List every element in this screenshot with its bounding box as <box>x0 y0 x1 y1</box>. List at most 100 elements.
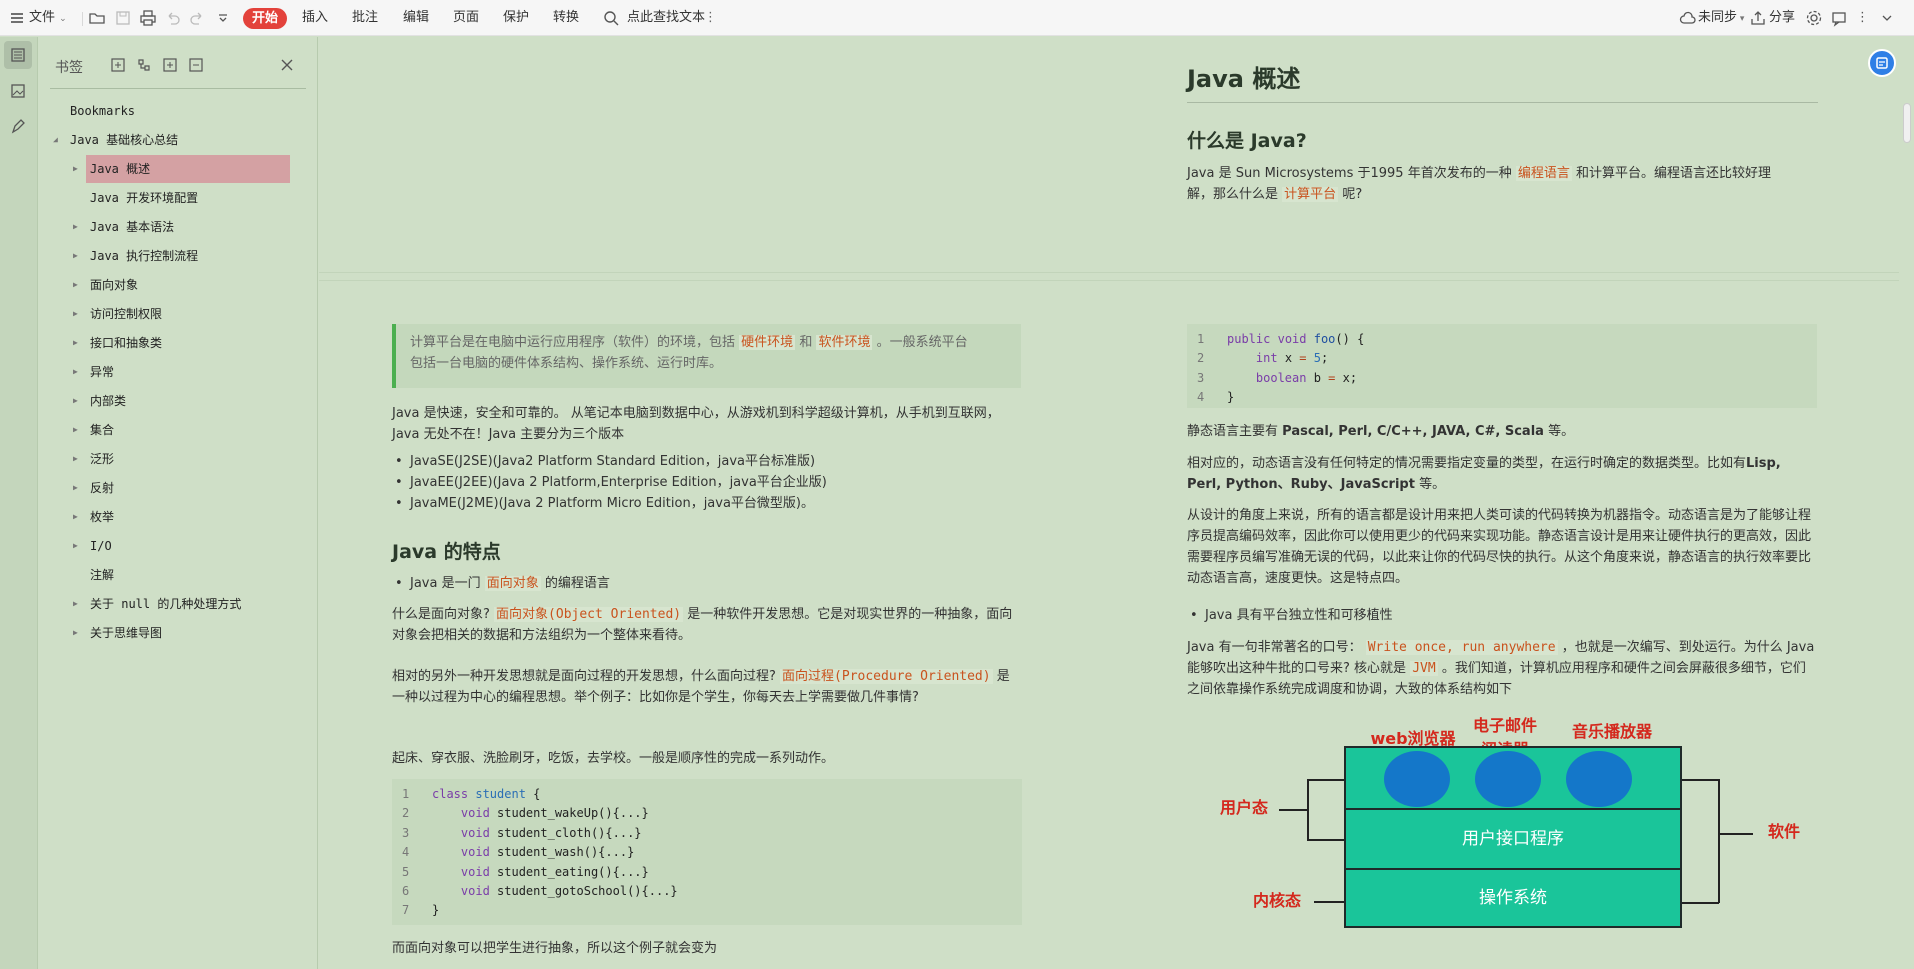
file-menu[interactable]: 文件 ⌄ <box>29 8 67 28</box>
settings-gear-icon[interactable] <box>1805 9 1823 27</box>
bookmark-item[interactable]: ▶ Java 基本语法 <box>73 213 290 241</box>
more-vertical-icon[interactable]: ⋮ <box>704 8 717 28</box>
code-text: boolean b = x; <box>1255 370 1358 385</box>
bookmark-item[interactable]: ◢ Java 基础核心总结 <box>53 126 290 154</box>
search-box[interactable]: 点此查找文本 <box>627 8 705 28</box>
tab-edit[interactable]: 编辑 <box>403 8 429 28</box>
code-line: 3 void student_cloth(){...} <box>392 824 1022 843</box>
more-options-icon[interactable]: ⋮ <box>1856 8 1869 28</box>
search-icon[interactable] <box>602 9 620 27</box>
caret-right-icon[interactable]: ▶ <box>73 329 83 357</box>
close-panel-icon[interactable] <box>279 57 295 73</box>
bookmark-label: 枚举 <box>90 510 115 524</box>
collapse-bookmark-icon[interactable] <box>187 56 205 74</box>
bookmark-item[interactable]: ▶ 关于 null 的几种处理方式 <box>73 590 290 618</box>
hamburger-menu-icon[interactable] <box>8 9 26 27</box>
collapse-ribbon-icon[interactable] <box>1878 9 1896 27</box>
code-token: student_wakeUp(){...} <box>489 806 649 821</box>
expand-bookmark-icon[interactable] <box>161 56 179 74</box>
annotations-rail-icon[interactable] <box>4 113 32 141</box>
line-number: 4 <box>402 845 410 860</box>
add-child-bookmark-icon[interactable] <box>135 56 153 74</box>
tab-convert[interactable]: 转换 <box>553 8 579 28</box>
code-text: void student_cloth(){...} <box>432 824 642 843</box>
bookmark-item[interactable]: ▶ I/O <box>73 532 290 560</box>
po-paragraph: 相对的另外一种开发思想就是面向过程的开发思想，什么面向过程? 面向过程(Proc… <box>392 666 1022 708</box>
tab-start[interactable]: 开始 <box>243 8 287 29</box>
code-text: public void foo() { <box>1227 332 1365 346</box>
caret-right-icon[interactable]: ▶ <box>73 242 83 270</box>
add-bookmark-icon[interactable] <box>109 56 127 74</box>
bookmark-item[interactable]: 注解 <box>86 561 290 589</box>
caret-right-icon[interactable]: ▶ <box>73 445 83 473</box>
caret-down-icon[interactable]: ◢ <box>53 126 63 154</box>
bookmark-item[interactable]: Java 开发环境配置 <box>86 184 290 212</box>
bookmark-item[interactable]: ▶ 访问控制权限 <box>73 300 290 328</box>
vertical-scrollbar[interactable] <box>1900 37 1914 969</box>
chevron-down-icon: ⌄ <box>59 14 67 24</box>
code-line: 1 class student { <box>392 785 1022 804</box>
bookmark-item[interactable]: ▶ Java 概述 <box>73 155 290 183</box>
keyword: void <box>432 845 490 860</box>
bookmark-label: 内部类 <box>90 394 127 408</box>
toolbar-divider <box>82 12 83 26</box>
caret-right-icon[interactable]: ▶ <box>73 532 83 560</box>
panel-title: 书签 <box>55 60 83 76</box>
bookmark-item[interactable]: ▶ 接口和抽象类 <box>73 329 290 357</box>
thumbnails-rail-icon[interactable] <box>4 77 32 105</box>
panel-divider <box>50 88 306 89</box>
tab-insert[interactable]: 插入 <box>302 8 328 28</box>
redo-icon[interactable] <box>188 9 206 27</box>
code-token: student_gotoSchool(){...} <box>489 883 678 898</box>
caret-right-icon[interactable]: ▶ <box>73 619 83 647</box>
code-line: 4} <box>1187 388 1817 407</box>
bookmark-item[interactable]: ▶ 异常 <box>73 358 290 386</box>
line-number: 1 <box>1197 332 1205 346</box>
bookmark-label: 异常 <box>90 365 115 379</box>
print-icon[interactable] <box>139 9 157 27</box>
line-number: 4 <box>1197 390 1205 405</box>
floating-tool-icon[interactable] <box>1868 49 1896 77</box>
bookmark-item[interactable]: ▶ 关于思维导图 <box>73 619 290 647</box>
caret-right-icon[interactable]: ▶ <box>73 416 83 444</box>
bookmarks-rail-icon[interactable] <box>4 41 32 69</box>
bookmark-label: 访问控制权限 <box>90 307 163 321</box>
caret-right-icon[interactable]: ▶ <box>73 474 83 502</box>
caret-right-icon[interactable]: ▶ <box>73 358 83 386</box>
line-number: 2 <box>402 806 410 821</box>
cloud-sync-icon[interactable] <box>1679 9 1697 27</box>
bookmark-item[interactable]: ▶ 反射 <box>73 474 290 502</box>
share-icon[interactable] <box>1749 9 1767 27</box>
top-toolbar: 文件 ⌄ 开始 插入 批注 编辑 页面 保护 转换 点此查找文本 ⋮ 未同步 ▾… <box>0 0 1914 36</box>
caret-right-icon[interactable]: ▶ <box>73 300 83 328</box>
comment-icon[interactable] <box>1830 9 1848 27</box>
bookmark-label: Java 基本语法 <box>90 220 175 234</box>
caret-right-icon[interactable]: ▶ <box>73 155 83 183</box>
sync-status[interactable]: 未同步 ▾ <box>1698 8 1744 28</box>
tab-protect[interactable]: 保护 <box>503 8 529 28</box>
tab-comment[interactable]: 批注 <box>352 8 378 28</box>
share-button[interactable]: 分享 <box>1769 8 1795 28</box>
undo-icon[interactable] <box>164 9 182 27</box>
caret-right-icon[interactable]: ▶ <box>73 503 83 531</box>
caret-right-icon[interactable]: ▶ <box>73 271 83 299</box>
bookmark-item[interactable]: ▶ 面向对象 <box>73 271 290 299</box>
bookmark-label: 接口和抽象类 <box>90 336 163 350</box>
bookmark-label: I/O <box>90 539 112 553</box>
open-folder-icon[interactable] <box>88 9 106 27</box>
caret-right-icon[interactable]: ▶ <box>73 590 83 618</box>
scrollbar-thumb[interactable] <box>1903 103 1911 143</box>
tab-page[interactable]: 页面 <box>453 8 479 28</box>
save-icon[interactable] <box>114 9 132 27</box>
more-quick-actions-icon[interactable] <box>214 9 232 27</box>
bookmark-item[interactable]: ▶ Java 执行控制流程 <box>73 242 290 270</box>
bookmark-item[interactable]: ▶ 枚举 <box>73 503 290 531</box>
bookmark-item[interactable]: Bookmarks <box>66 97 290 125</box>
caret-right-icon[interactable]: ▶ <box>73 387 83 415</box>
code-line: 1 public void foo() { <box>1187 330 1817 349</box>
caret-right-icon[interactable]: ▶ <box>73 213 83 241</box>
bookmark-item[interactable]: ▶ 泛形 <box>73 445 290 473</box>
bookmark-item[interactable]: ▶ 集合 <box>73 416 290 444</box>
bookmark-item[interactable]: ▶ 内部类 <box>73 387 290 415</box>
file-menu-label: 文件 <box>29 10 56 25</box>
